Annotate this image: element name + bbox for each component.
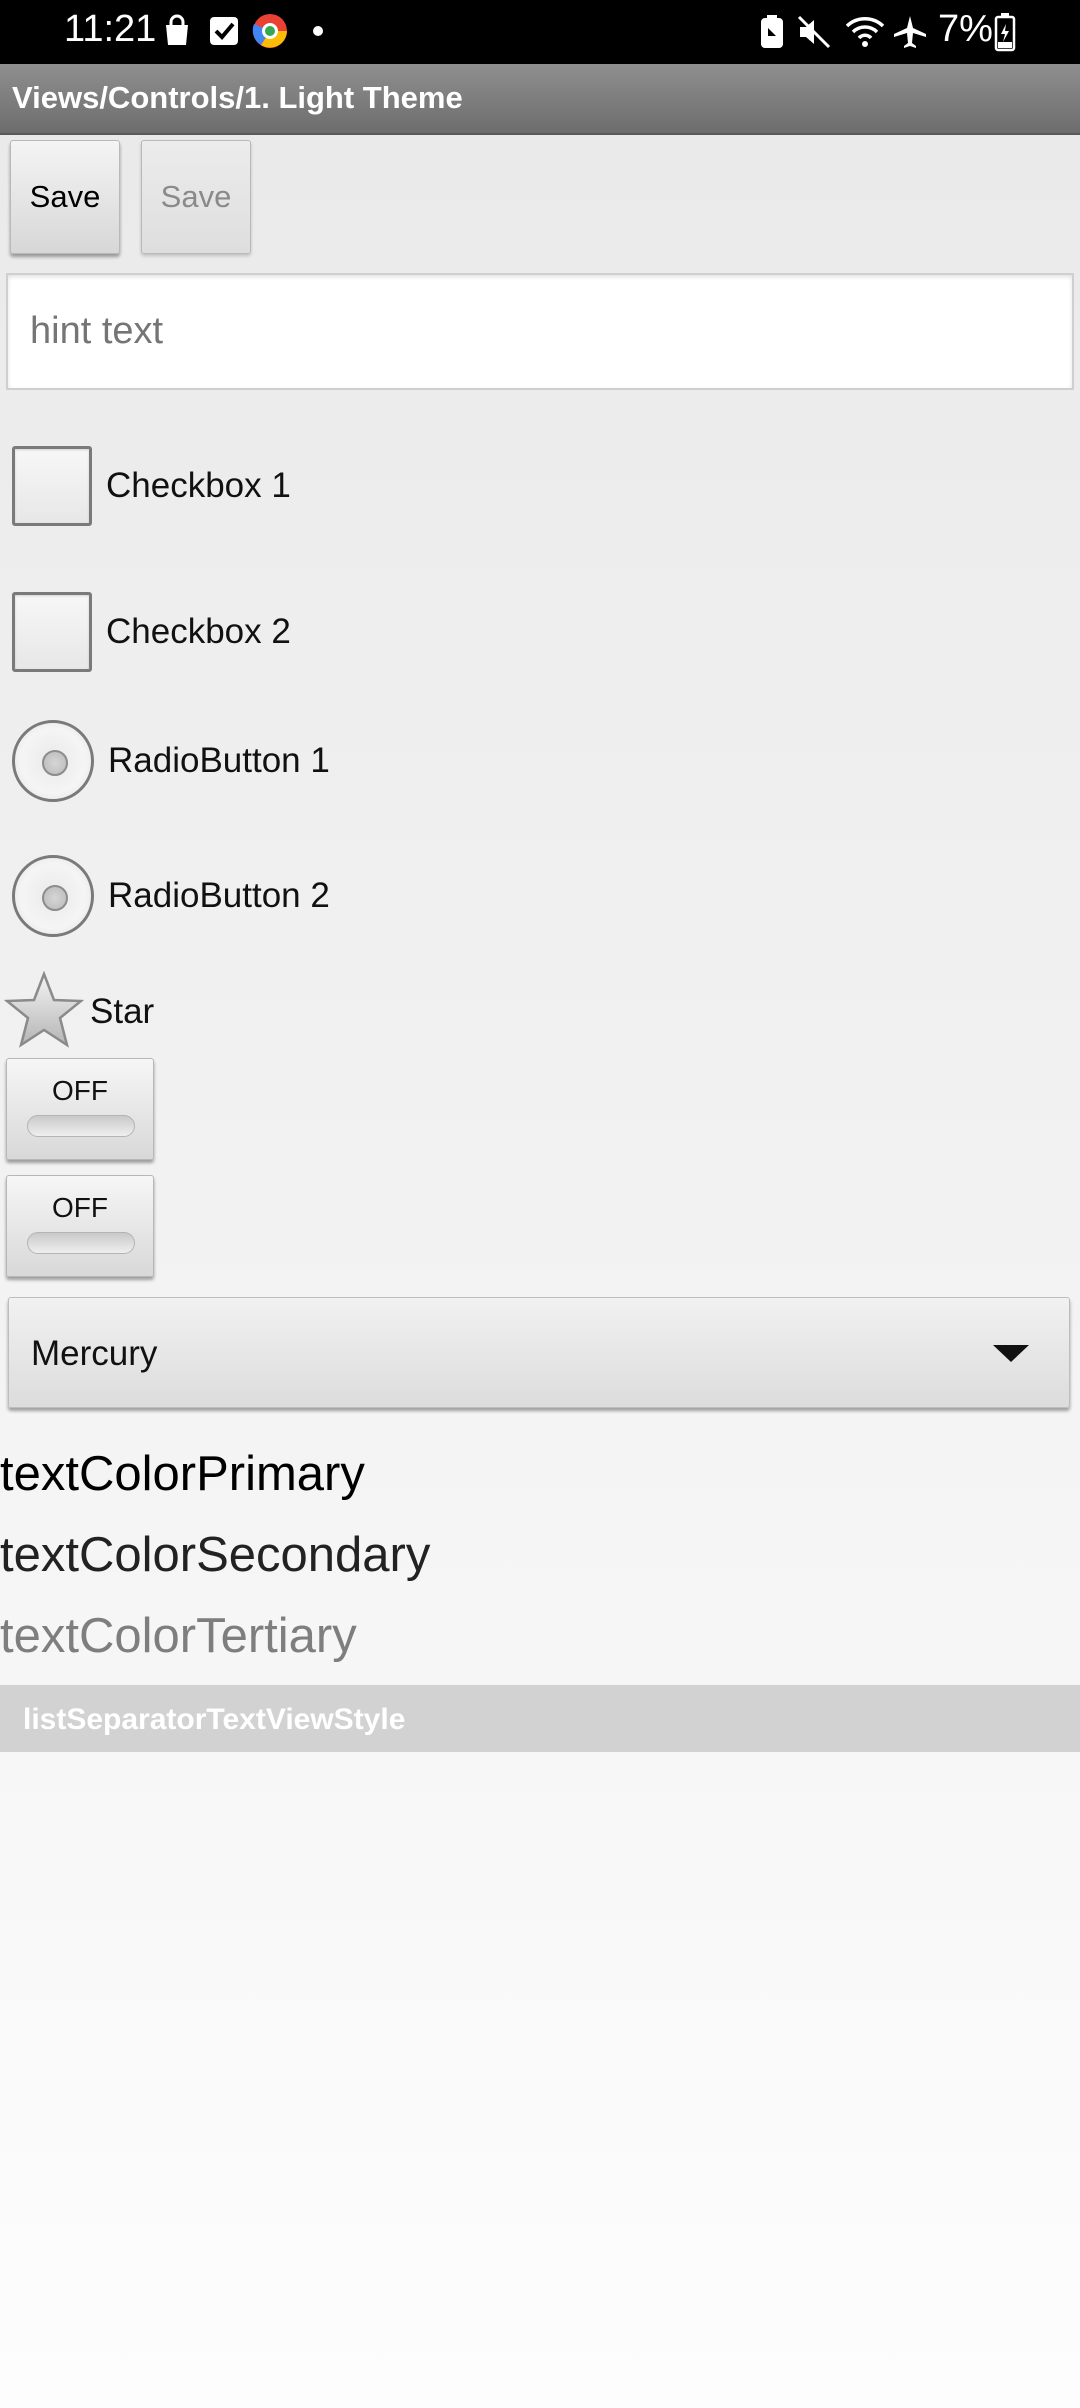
spinner-selected-value: Mercury — [31, 1334, 158, 1373]
hint-text-input[interactable] — [6, 273, 1074, 390]
star-label: Star — [90, 992, 155, 1031]
toggle-button-1[interactable]: OFF — [6, 1058, 154, 1160]
text-color-tertiary: textColorTertiary — [0, 1609, 357, 1663]
checkbox-icon — [207, 14, 241, 53]
radio-button-1[interactable]: RadioButton 1 — [12, 719, 330, 803]
dot-icon — [312, 24, 324, 42]
dropdown-arrow-icon — [993, 1345, 1029, 1362]
star-icon[interactable] — [3, 970, 85, 1054]
radio-circle[interactable] — [12, 720, 94, 802]
radio-button-2[interactable]: RadioButton 2 — [12, 854, 330, 938]
battery-icon — [994, 12, 1016, 57]
radio-circle[interactable] — [12, 855, 94, 937]
browser-logo-icon — [251, 12, 289, 55]
checkbox-1[interactable]: Checkbox 1 — [12, 444, 291, 528]
checkbox-box[interactable] — [12, 446, 92, 526]
checkbox-box[interactable] — [12, 592, 92, 672]
toggle-button-2[interactable]: OFF — [6, 1175, 154, 1277]
shopping-bag-icon — [160, 14, 194, 53]
save-button-disabled: Save — [141, 140, 251, 254]
list-separator: listSeparatorTextViewStyle — [0, 1685, 1080, 1752]
list-separator-label: listSeparatorTextViewStyle — [23, 1703, 406, 1736]
toggle-indicator — [27, 1115, 135, 1137]
checkbox-2[interactable]: Checkbox 2 — [12, 590, 291, 674]
battery-saver-icon — [757, 14, 787, 55]
status-bar: 11:21 7% — [0, 0, 1080, 64]
radio-label: RadioButton 1 — [108, 741, 330, 780]
toggle-label: OFF — [52, 1075, 108, 1106]
toggle-label: OFF — [52, 1192, 108, 1223]
page-title: Views/Controls/1. Light Theme — [12, 80, 463, 115]
title-bar: Views/Controls/1. Light Theme — [0, 64, 1080, 135]
wifi-icon — [844, 14, 886, 55]
checkbox-label: Checkbox 1 — [106, 466, 291, 505]
radio-label: RadioButton 2 — [108, 876, 330, 915]
checkbox-label: Checkbox 2 — [106, 612, 291, 651]
battery-percent: 7% — [938, 8, 993, 50]
text-color-secondary: textColorSecondary — [0, 1528, 431, 1582]
airplane-icon — [892, 14, 928, 55]
text-color-primary: textColorPrimary — [0, 1447, 365, 1501]
star-checkbox[interactable]: Star — [3, 970, 155, 1054]
toggle-indicator — [27, 1232, 135, 1254]
planet-spinner[interactable]: Mercury — [8, 1297, 1070, 1408]
mute-icon — [796, 14, 832, 55]
status-time: 11:21 — [64, 8, 157, 50]
save-button[interactable]: Save — [10, 140, 120, 254]
